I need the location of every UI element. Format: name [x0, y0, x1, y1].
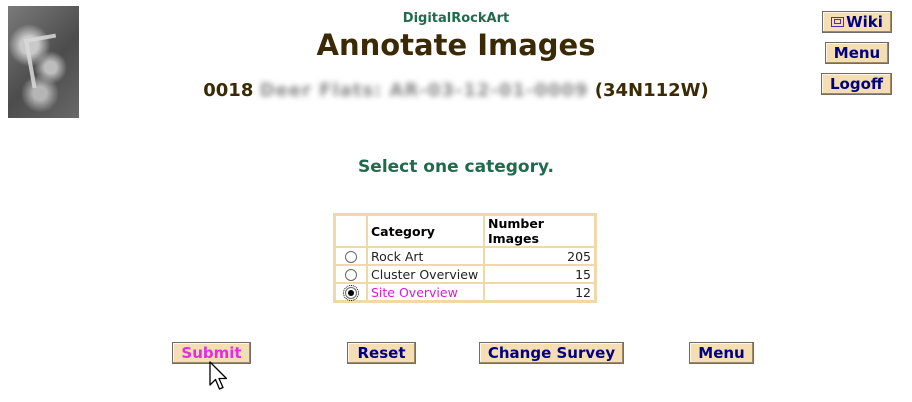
- table-header-row: Category Number Images: [335, 215, 595, 247]
- survey-name-redacted: Deer Flats: AR-03-12-01-0009: [259, 80, 589, 101]
- external-window-icon: [831, 17, 845, 27]
- brand-name: DigitalRockArt: [402, 11, 510, 26]
- survey-location: (34N112W): [594, 80, 709, 101]
- category-count: 205: [484, 247, 595, 265]
- change-survey-button[interactable]: Change Survey: [479, 342, 624, 364]
- logoff-button[interactable]: Logoff: [821, 73, 892, 95]
- survey-number: 0018: [203, 80, 254, 101]
- table-row: Site Overview 12: [335, 283, 595, 301]
- radio-cell: [335, 283, 367, 301]
- count-column-header: Number Images: [484, 215, 595, 247]
- radio-column-header: [335, 215, 367, 247]
- table-row: Cluster Overview 15: [335, 265, 595, 283]
- menu-button-bottom[interactable]: Menu: [689, 342, 754, 364]
- category-table: Category Number Images Rock Art 205 Clus…: [333, 213, 597, 303]
- wiki-button-label: Wiki: [846, 13, 883, 31]
- page-title: Annotate Images: [316, 28, 596, 62]
- survey-subtitle: 0018 Deer Flats: AR-03-12-01-0009 (34N11…: [0, 80, 912, 101]
- category-radio-site-overview[interactable]: [343, 285, 359, 301]
- category-column-header: Category: [367, 215, 484, 247]
- radio-cell: [335, 247, 367, 265]
- instruction-text: Select one category.: [358, 157, 554, 177]
- category-count: 12: [484, 283, 595, 301]
- category-name: Site Overview: [367, 283, 484, 301]
- category-radio-rock-art[interactable]: [345, 251, 357, 263]
- menu-button-top[interactable]: Menu: [825, 42, 889, 64]
- category-name: Cluster Overview: [367, 265, 484, 283]
- wiki-button[interactable]: Wiki: [822, 11, 892, 33]
- radio-cell: [335, 265, 367, 283]
- category-count: 15: [484, 265, 595, 283]
- category-radio-cluster-overview[interactable]: [345, 269, 357, 281]
- table-row: Rock Art 205: [335, 247, 595, 265]
- category-name: Rock Art: [367, 247, 484, 265]
- mouse-pointer-icon: [209, 361, 228, 390]
- reset-button[interactable]: Reset: [347, 342, 416, 364]
